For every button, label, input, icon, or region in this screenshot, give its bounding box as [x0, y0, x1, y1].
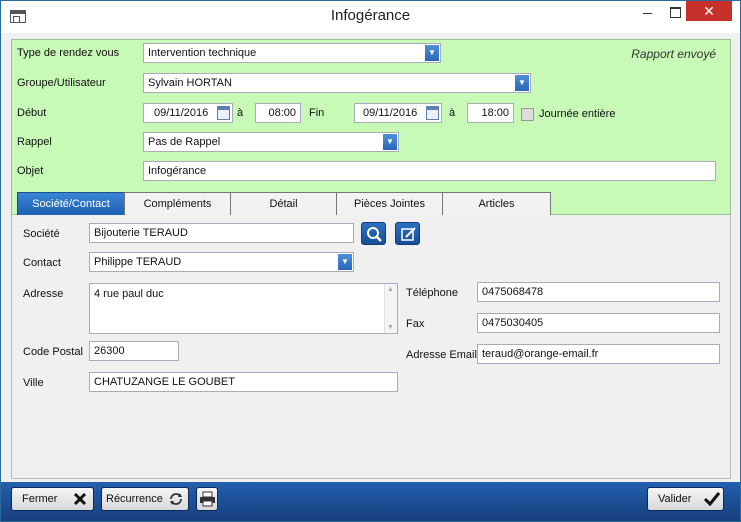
email-input[interactable]: teraud@orange-email.fr — [477, 344, 720, 364]
fin-a-label: à — [449, 107, 456, 119]
adresse-label: Adresse — [23, 288, 64, 300]
calendar-icon[interactable] — [426, 106, 439, 120]
search-icon — [367, 227, 382, 242]
adresse-textarea[interactable]: 4 rue paul duc — [89, 283, 398, 334]
debut-label: Début — [17, 107, 47, 119]
fin-time-input[interactable]: 18:00 — [467, 103, 514, 123]
maximize-button[interactable] — [661, 1, 688, 21]
refresh-icon — [170, 493, 182, 505]
title-bar: Infogérance ✕ — [1, 1, 740, 33]
tab-pieces-jointes[interactable]: Pièces Jointes — [336, 192, 443, 216]
fax-label: Fax — [406, 318, 425, 330]
footer-toolbar: Fermer Récurrence Valider — [1, 482, 740, 521]
appointment-window: Infogérance ✕ Rapport envoyé Type de ren… — [0, 0, 741, 522]
valider-label: Valider — [658, 493, 692, 505]
status-label: Rapport envoyé — [631, 47, 716, 61]
group-label: Groupe/Utilisateur — [17, 77, 106, 89]
societe-input[interactable]: Bijouterie TERAUD — [89, 223, 354, 243]
tab-detail[interactable]: Détail — [230, 192, 337, 216]
allday-label: Journée entière — [539, 108, 616, 120]
fermer-label: Fermer — [22, 493, 58, 505]
recurrence-button[interactable]: Récurrence — [101, 487, 189, 511]
objet-input[interactable]: Infogérance — [143, 161, 716, 181]
allday-checkbox[interactable] — [521, 108, 534, 121]
tab-articles[interactable]: Articles — [442, 192, 551, 216]
ville-input[interactable]: CHATUZANGE LE GOUBET — [89, 372, 398, 392]
telephone-label: Téléphone — [406, 287, 458, 299]
fin-date-input[interactable]: 09/11/2016 — [354, 103, 442, 123]
minimize-button[interactable] — [634, 1, 661, 21]
telephone-input[interactable]: 0475068478 — [477, 282, 720, 302]
fin-date-value: 09/11/2016 — [363, 107, 418, 119]
appointment-header-panel: Rapport envoyé Type de rendez vous Inter… — [11, 39, 731, 216]
debut-date-input[interactable]: 09/11/2016 — [143, 103, 233, 123]
chevron-down-icon[interactable]: ▼ — [338, 254, 352, 270]
tab-societe-contact[interactable]: Société/Contact — [17, 192, 125, 216]
objet-label: Objet — [17, 165, 44, 177]
chevron-down-icon[interactable]: ▼ — [515, 75, 529, 91]
search-button[interactable] — [361, 222, 386, 245]
type-label: Type de rendez vous — [17, 47, 120, 59]
societe-label: Société — [23, 228, 60, 240]
print-button[interactable] — [196, 487, 218, 511]
window-title: Infogérance — [330, 7, 411, 24]
fin-label: Fin — [309, 107, 325, 119]
adresse-scrollbar[interactable] — [384, 284, 397, 333]
valider-button[interactable]: Valider — [647, 487, 724, 511]
group-select-value: Sylvain HORTAN — [148, 77, 232, 89]
rappel-select-value: Pas de Rappel — [148, 136, 221, 148]
contact-label: Contact — [23, 257, 61, 269]
chevron-down-icon[interactable]: ▼ — [383, 134, 397, 150]
fermer-button[interactable]: Fermer — [11, 487, 94, 511]
cp-label: Code Postal — [23, 346, 83, 358]
close-icon — [73, 492, 87, 506]
type-select-value: Intervention technique — [148, 47, 257, 59]
calendar-icon[interactable] — [217, 106, 230, 120]
fax-input[interactable]: 0475030405 — [477, 313, 720, 333]
debut-a-label: à — [237, 107, 244, 119]
printer-icon — [200, 491, 215, 507]
ville-label: Ville — [23, 377, 44, 389]
tab-complements[interactable]: Compléments — [124, 192, 231, 216]
edit-icon — [401, 227, 416, 241]
debut-time-input[interactable]: 08:00 — [255, 103, 301, 123]
contact-select[interactable]: Philippe TERAUD ▼ — [89, 252, 354, 272]
adresse-value: 4 rue paul duc — [94, 288, 164, 300]
debut-date-value: 09/11/2016 — [154, 107, 209, 119]
chevron-down-icon[interactable]: ▼ — [425, 45, 439, 61]
cp-input[interactable]: 26300 — [89, 341, 179, 361]
edit-button[interactable] — [395, 222, 420, 245]
rappel-select[interactable]: Pas de Rappel ▼ — [143, 132, 399, 152]
checkmark-icon — [703, 492, 721, 507]
contact-select-value: Philippe TERAUD — [94, 256, 182, 268]
rappel-label: Rappel — [17, 136, 52, 148]
close-button[interactable]: ✕ — [686, 1, 732, 21]
type-select[interactable]: Intervention technique ▼ — [143, 43, 441, 63]
group-select[interactable]: Sylvain HORTAN ▼ — [143, 73, 531, 93]
recurrence-label: Récurrence — [106, 493, 163, 505]
email-label: Adresse Email — [406, 349, 477, 361]
societe-contact-panel: Société Bijouterie TERAUD Contact Philip… — [11, 215, 731, 479]
